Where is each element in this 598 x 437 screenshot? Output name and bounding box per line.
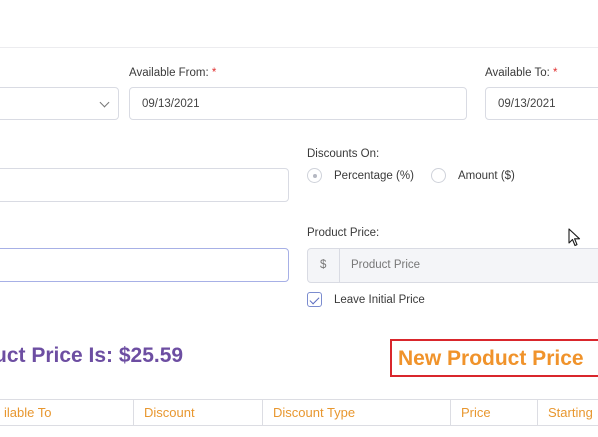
top-divider bbox=[0, 47, 598, 48]
column-header: Price bbox=[450, 400, 537, 425]
prefix-divider bbox=[339, 249, 340, 282]
new-price-highlight: New Product Price bbox=[390, 339, 598, 377]
table-header: ilable To Discount Discount Type Price S… bbox=[0, 399, 598, 426]
leave-initial-price-checkbox[interactable] bbox=[307, 292, 322, 307]
column-header: Starting bbox=[537, 400, 598, 425]
available-to-input[interactable]: 09/13/2021 bbox=[485, 87, 598, 120]
dollar-prefix: $ bbox=[320, 259, 327, 271]
column-header: ilable To bbox=[4, 405, 52, 420]
product-price-label: Product Price: bbox=[307, 227, 380, 239]
radio-percentage[interactable] bbox=[307, 168, 322, 183]
discount-value-input[interactable] bbox=[0, 248, 289, 282]
column-header: Discount bbox=[133, 400, 263, 425]
current-price-heading: uct Price Is: $25.59 bbox=[0, 344, 184, 367]
available-to-label: Available To: * bbox=[485, 67, 558, 79]
product-price-group: $ Product Price bbox=[307, 248, 598, 283]
available-from-label: Available From: * bbox=[129, 67, 217, 79]
available-from-value: 09/13/2021 bbox=[142, 97, 200, 110]
available-to-value: 09/13/2021 bbox=[498, 97, 556, 110]
radio-percentage-label: Percentage (%) bbox=[334, 170, 414, 182]
radio-amount-label: Amount ($) bbox=[458, 170, 515, 182]
discount-input[interactable] bbox=[0, 168, 289, 202]
chevron-down-icon bbox=[99, 97, 110, 108]
new-product-price-heading: New Product Price bbox=[398, 347, 584, 370]
discounts-on-label: Discounts On: bbox=[307, 148, 380, 160]
category-select[interactable] bbox=[0, 87, 119, 120]
product-price-input[interactable]: Product Price bbox=[351, 259, 420, 271]
mouse-pointer-icon bbox=[568, 228, 582, 253]
leave-initial-price-label: Leave Initial Price bbox=[334, 294, 425, 306]
column-header: Discount Type bbox=[262, 400, 450, 425]
radio-amount[interactable] bbox=[431, 168, 446, 183]
available-from-input[interactable]: 09/13/2021 bbox=[129, 87, 467, 120]
